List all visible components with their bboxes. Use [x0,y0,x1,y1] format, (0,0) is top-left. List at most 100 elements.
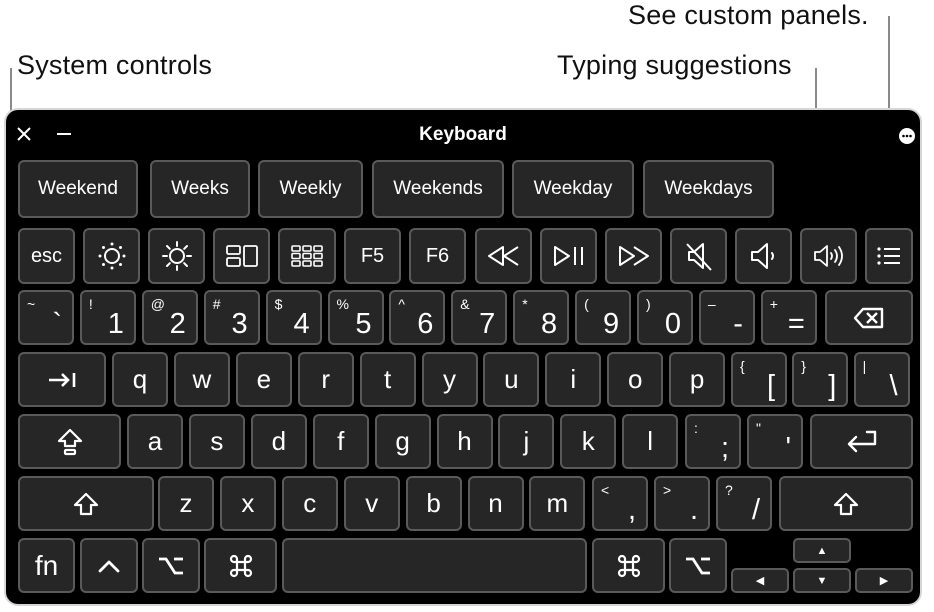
control-key[interactable] [80,538,138,593]
number-row-key[interactable]: % 5 [327,290,384,345]
left-command-key[interactable] [204,538,277,593]
brightness-down-icon [98,242,125,270]
letter-key-v[interactable]: v [343,476,400,531]
punctuation-key[interactable]: ? / [716,476,772,531]
volume-down-key[interactable] [735,228,792,284]
main-legend: / [751,494,760,526]
bracket-key[interactable]: }] [792,352,849,407]
fast-forward-key[interactable] [605,228,662,284]
letter-key-b[interactable]: b [405,476,462,531]
left-option-key[interactable] [142,538,200,593]
launchpad-key[interactable] [278,228,336,284]
mission-control-icon [225,245,258,267]
custom-panels-key[interactable] [865,228,913,284]
letter-key-u[interactable]: u [483,352,540,407]
letter-key-d[interactable]: d [250,414,307,469]
letter-key-l[interactable]: l [622,414,679,469]
number-row-key[interactable]: * 8 [513,290,570,345]
mission-control-key[interactable] [213,228,270,284]
bracket-key[interactable]: | \ [853,352,910,407]
more-options-button[interactable] [899,128,915,144]
brightness-up-key[interactable] [148,228,205,284]
f5-key[interactable]: F5 [344,228,401,284]
letter-key-k[interactable]: k [560,414,617,469]
letter-key-z[interactable]: z [158,476,214,531]
letter-key-w[interactable]: w [173,352,230,407]
punctuation-key[interactable]: >. [654,476,710,531]
space-bar[interactable] [282,538,587,593]
number-row-key[interactable]: ^ 6 [389,290,446,345]
number-row-key[interactable]: #3 [203,290,260,345]
f6-key[interactable]: F6 [409,228,466,284]
control-icon [98,560,120,572]
right-option-key[interactable] [669,538,727,593]
return-key[interactable] [810,414,913,469]
letter-key-t[interactable]: t [359,352,416,407]
main-legend: 1 [107,308,124,340]
rewind-key[interactable] [475,228,532,284]
letter-key-p[interactable]: p [669,352,726,407]
suggestion-weeks[interactable]: Weeks [150,160,250,218]
shift-legend: – [707,296,716,312]
number-row-key[interactable]: ) 0 [637,290,693,345]
number-row-key[interactable]: ! 1 [79,290,136,345]
brightness-down-key[interactable] [83,228,140,284]
main-legend: \ [889,370,898,402]
shift-legend: ) [646,296,651,312]
letter-key-a[interactable]: a [127,414,183,469]
play-pause-icon [553,246,583,266]
letter-key-x[interactable]: x [219,476,276,531]
volume-down-icon [750,243,774,269]
volume-up-key[interactable] [800,228,857,284]
letter-key-g[interactable]: g [374,414,431,469]
suggestion-weekend[interactable]: Weekend [18,160,138,218]
arrow-up-key[interactable]: ▲ [793,538,851,563]
callout-typing-suggestions: Typing suggestions [557,50,792,80]
number-row-key[interactable]: (9 [575,290,632,345]
letter-key-j[interactable]: j [498,414,555,469]
right-command-key[interactable] [592,538,665,593]
suggestion-weekends[interactable]: Weekends [372,160,504,218]
letter-key-q[interactable]: q [112,352,168,407]
letter-key-f[interactable]: f [312,414,369,469]
delete-key[interactable] [825,290,913,345]
letter-key-m[interactable]: m [529,476,586,531]
letter-key-n[interactable]: n [467,476,524,531]
punctuation-key[interactable]: " ' [747,414,803,469]
number-row-key[interactable]: $4 [265,290,322,345]
main-legend: ` [52,308,62,340]
caps-lock-key[interactable] [18,414,121,469]
fn-key[interactable]: fn [18,538,75,593]
command-icon [229,554,252,577]
punctuation-key[interactable]: <, [592,476,648,531]
left-shift-key[interactable] [18,476,154,531]
suggestion-weekdays[interactable]: Weekdays [643,160,774,218]
number-row-key[interactable]: – - [698,290,755,345]
letter-key-h[interactable]: h [436,414,493,469]
letter-key-s[interactable]: s [188,414,245,469]
number-row-key[interactable]: & 7 [451,290,508,345]
suggestion-weekday[interactable]: Weekday [512,160,634,218]
arrow-right-key[interactable]: ▶ [855,568,913,593]
main-legend: - [733,308,743,340]
bracket-key[interactable]: {[ [731,352,787,407]
punctuation-key[interactable]: :; [685,414,741,469]
number-row-key[interactable]: + = [760,290,817,345]
number-row-key[interactable]: ~ ` [18,290,74,345]
arrow-down-key[interactable]: ▼ [793,568,851,593]
letter-key-e[interactable]: e [235,352,292,407]
right-shift-key[interactable] [779,476,913,531]
tab-key[interactable] [18,352,106,407]
letter-key-o[interactable]: o [607,352,664,407]
letter-key-i[interactable]: i [545,352,602,407]
mute-key[interactable] [670,228,727,284]
arrow-left-key[interactable]: ◀ [731,568,789,593]
letter-key-r[interactable]: r [297,352,354,407]
number-row-key[interactable]: @2 [141,290,198,345]
play-pause-key[interactable] [540,228,597,284]
esc-key[interactable]: esc [18,228,75,284]
letter-key-y[interactable]: y [421,352,478,407]
letter-key-c[interactable]: c [281,476,338,531]
volume-up-icon [813,245,843,267]
suggestion-weekly[interactable]: Weekly [258,160,363,218]
